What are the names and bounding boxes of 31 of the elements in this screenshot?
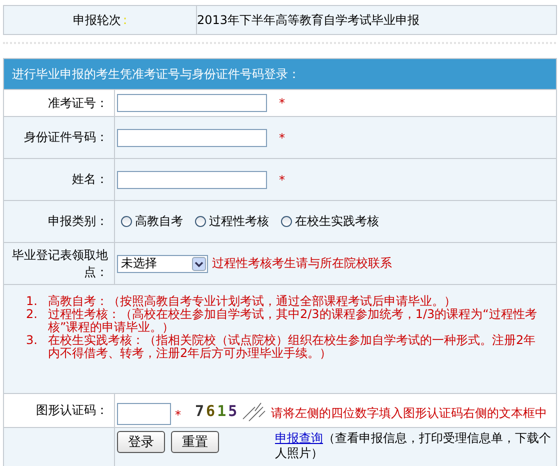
note-number: 2. <box>26 308 38 323</box>
radio-button[interactable] <box>121 216 132 227</box>
note-text: 过程性考核：（高校在校生参加自学考试，其中2/3的课程参加统考，1/3的课程为“过程性考核”课程的申请毕业。） <box>48 308 538 334</box>
hint-text: 请将左侧的四位数字填入图形认证码右侧的文本框中 <box>271 405 548 422</box>
note-text: 在校生实践考核：（指相关院校（试点院校）组织在校生参加自学考试的一种形式。注册2年内不得借考、转考，注册2年后方可办理毕业手续。） <box>48 334 537 360</box>
note-text: 高教自考：（按照高教自考专业计划考试，通过全部课程考试后申请毕业。） <box>48 295 457 308</box>
required-mark: * <box>279 172 285 186</box>
login-header: 进行毕业申报的考生凭准考证号与身份证件号码登录： <box>4 59 556 89</box>
round-label: 申报轮次 <box>72 12 121 28</box>
select-dropdown[interactable]: 未选择 <box>117 254 208 272</box>
text-input[interactable] <box>117 128 267 146</box>
radio-label[interactable]: 高教自考 <box>135 213 183 230</box>
hint-text: 过程性考核考生请与所在院校联系 <box>212 255 392 272</box>
note-number: 1. <box>26 295 38 308</box>
radio-button[interactable] <box>195 216 206 227</box>
text-input[interactable] <box>117 170 267 188</box>
required-mark: * <box>279 130 285 144</box>
captcha-input[interactable] <box>117 402 171 424</box>
text-input[interactable] <box>117 94 267 112</box>
radio-label[interactable]: 过程性考核 <box>209 213 269 230</box>
query-link[interactable]: 申报查询 <box>275 431 323 445</box>
radio-button[interactable] <box>281 216 292 227</box>
form-button[interactable]: 登录 <box>117 431 165 453</box>
query-note: 申报查询（查看申报信息，打印受理信息单，下载个人照片） <box>275 431 552 461</box>
form-button[interactable]: 重置 <box>171 431 219 453</box>
required-mark: * <box>279 96 285 110</box>
radio-label[interactable]: 在校生实践考核 <box>295 213 379 230</box>
note-number: 3. <box>26 334 38 349</box>
colon: : <box>122 13 128 27</box>
round-value: 2013年下半年高等教育自学考试毕业申报 <box>197 12 420 28</box>
required-mark: * <box>175 408 181 422</box>
